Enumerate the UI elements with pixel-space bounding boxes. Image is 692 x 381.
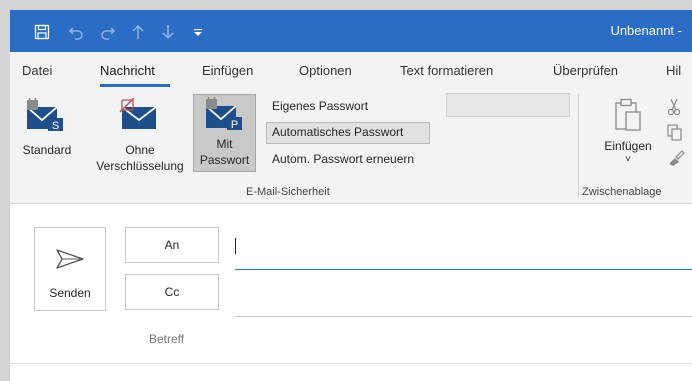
compose-area: Senden An Cc Betreff	[10, 205, 692, 381]
disabled-password-field	[446, 93, 570, 117]
tab-optionen[interactable]: Optionen	[299, 63, 352, 78]
compose-divider	[10, 363, 692, 364]
senden-label: Senden	[49, 286, 91, 300]
arrow-up-icon[interactable]	[128, 22, 148, 42]
an-button[interactable]: An	[125, 227, 219, 263]
tab-text-formatieren[interactable]: Text formatieren	[400, 63, 493, 78]
betreff-input[interactable]	[238, 329, 688, 351]
mit-label: Mit	[216, 137, 233, 151]
password-envelope-icon: P	[203, 93, 245, 134]
standard-label: Standard	[22, 143, 72, 157]
ohne-verschluesselung-button[interactable]: Ohne Verschlüsselung	[90, 94, 190, 178]
scissors-icon[interactable]	[667, 98, 681, 119]
senden-button[interactable]: Senden	[34, 227, 106, 311]
automatisches-passwort-option[interactable]: Automatisches Passwort	[272, 125, 403, 139]
verschluesselung-label: Verschlüsselung	[96, 159, 184, 173]
tab-ueberpruefen[interactable]: Überprüfen	[553, 63, 618, 78]
an-input[interactable]	[238, 235, 688, 257]
group-separator	[578, 94, 579, 198]
cc-input[interactable]	[238, 283, 688, 305]
ribbon: S Standard Ohne Verschlüsselung P Mit Pa…	[10, 88, 692, 204]
clipboard-paste-icon	[613, 98, 643, 136]
svg-text:S: S	[52, 120, 59, 132]
arrow-down-icon[interactable]	[158, 22, 178, 42]
ribbon-tabs: Datei Nachricht Einfügen Optionen Text f…	[10, 52, 692, 88]
autom-passwort-erneuern-option[interactable]: Autom. Passwort erneuern	[272, 152, 414, 166]
an-field-underline	[235, 269, 692, 270]
undo-icon[interactable]	[66, 22, 86, 42]
eigenes-passwort-option[interactable]: Eigenes Passwort	[272, 99, 368, 113]
customize-qat-icon[interactable]	[188, 22, 208, 42]
cc-field-underline	[235, 316, 692, 317]
email-sicherheit-group-label: E-Mail-Sicherheit	[246, 186, 330, 198]
title-bar: Unbenannt -	[10, 10, 692, 52]
paste-dropdown-chevron-icon[interactable]: ˅	[596, 152, 660, 168]
cc-button[interactable]: Cc	[125, 274, 219, 310]
tab-einfuegen[interactable]: Einfügen	[202, 63, 253, 78]
text-cursor	[235, 238, 236, 254]
tab-datei[interactable]: Datei	[22, 63, 52, 78]
mit-passwort-button[interactable]: P Mit Passwort	[193, 93, 256, 172]
send-arrow-icon	[55, 248, 85, 273]
copy-icon[interactable]	[667, 124, 683, 145]
tab-hilfe[interactable]: Hil	[666, 63, 681, 78]
tab-nachricht[interactable]: Nachricht	[100, 63, 155, 78]
betreff-label: Betreff	[149, 332, 185, 346]
svg-text:P: P	[231, 119, 238, 131]
standard-button[interactable]: S Standard	[14, 94, 80, 158]
save-icon[interactable]	[32, 22, 52, 42]
ohne-label: Ohne	[125, 143, 155, 157]
zwischenablage-group-label: Zwischenablage	[582, 186, 662, 198]
format-painter-icon[interactable]	[667, 150, 685, 169]
active-tab-indicator	[100, 84, 170, 87]
unencrypted-envelope-icon	[118, 97, 160, 136]
redo-icon[interactable]	[98, 22, 118, 42]
passwort-label: Passwort	[199, 153, 250, 167]
window-title: Unbenannt -	[610, 23, 682, 38]
einfuegen-paste-button[interactable]: Einfügen ˅	[596, 94, 660, 174]
signed-envelope-lock-icon: S	[24, 94, 66, 136]
